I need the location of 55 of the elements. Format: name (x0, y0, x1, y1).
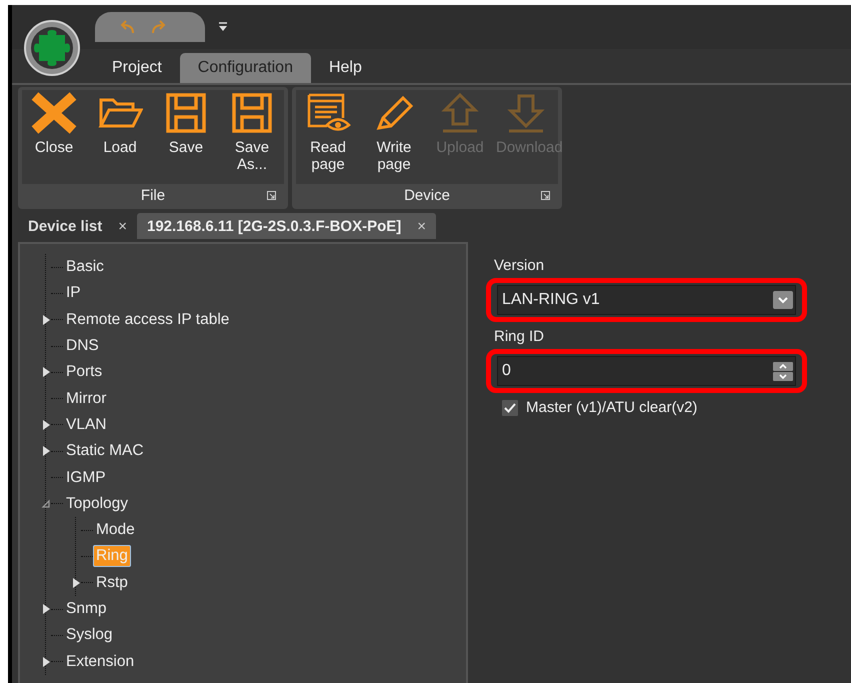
dropdown-arrow-icon[interactable] (219, 22, 227, 32)
collapse-arrow-icon[interactable] (41, 498, 51, 510)
checkbox-label[interactable]: Master (v1)/ATU clear(v2) (526, 399, 698, 416)
tree-item[interactable]: Snmp (63, 598, 110, 620)
version-dropdown[interactable]: LAN-RING v1 (497, 285, 796, 315)
checked-checkbox[interactable] (502, 400, 518, 416)
decrement-icon[interactable] (773, 372, 793, 380)
tree-item[interactable]: Topology (63, 492, 132, 515)
tree-item[interactable]: Ports (63, 361, 106, 384)
tree-item[interactable]: Mode (93, 519, 138, 542)
field-label: Ring ID (494, 328, 546, 345)
dialog-launcher-icon[interactable] (541, 190, 550, 200)
tree-item[interactable]: Syslog (63, 624, 116, 646)
expand-arrow-icon[interactable] (41, 314, 51, 326)
tree-item[interactable]: Rstp (93, 572, 131, 594)
field-label: Version (494, 257, 546, 274)
expand-arrow-icon[interactable] (71, 576, 81, 589)
ribbon-button[interactable]: Close (22, 90, 86, 184)
tree-item[interactable]: IGMP (63, 466, 109, 489)
ribbon-button[interactable]: Write page (362, 90, 426, 184)
ribbon-button[interactable]: Save As... (220, 90, 284, 184)
page-with-eye-icon (305, 92, 351, 134)
group-label: File (140, 186, 166, 204)
close-icon (31, 92, 77, 134)
expand-arrow-icon[interactable] (41, 366, 51, 378)
tree-item[interactable]: IP (63, 282, 84, 304)
tree-item[interactable]: Static MAC (63, 440, 147, 462)
tab-label[interactable]: 192.168.6.11 [2G-2S.0.3.F-BOX-PoE] (146, 218, 402, 234)
expand-arrow-icon[interactable] (41, 445, 51, 458)
close-tab-button[interactable]: × (417, 218, 426, 234)
menu-tab[interactable]: Help (310, 53, 380, 83)
tree-item[interactable]: Remote access IP table (63, 308, 232, 331)
tab-label[interactable]: Device list (28, 218, 102, 234)
tree-item[interactable]: Extension (63, 650, 138, 673)
puzzle-logo-icon[interactable] (24, 20, 80, 76)
group-label: Device (404, 186, 450, 204)
ribbon-button[interactable]: Save (154, 90, 218, 184)
expand-arrow-icon[interactable] (41, 656, 51, 668)
expand-arrow-icon[interactable] (41, 418, 51, 431)
close-tab-button[interactable]: × (118, 218, 127, 234)
tree-item[interactable]: DNS (63, 335, 102, 358)
number-spinner[interactable]: 0 (497, 356, 796, 386)
menu-tab[interactable]: Project (94, 53, 180, 83)
document-tab[interactable]: Device list × (18, 213, 137, 239)
chevron-down-icon[interactable] (773, 291, 793, 309)
ribbon-button[interactable]: Read page (296, 90, 360, 184)
document-tab[interactable]: 192.168.6.11 [2G-2S.0.3.F-BOX-PoE] × (136, 213, 436, 239)
tree-item[interactable]: Mirror (63, 388, 110, 410)
dialog-launcher-icon[interactable] (267, 190, 276, 200)
expand-arrow-icon[interactable] (41, 603, 51, 615)
tree-item[interactable]: VLAN (63, 414, 110, 436)
increment-icon[interactable] (773, 362, 793, 370)
tree-item[interactable]: Basic (63, 256, 107, 278)
ribbon-button[interactable]: Load (88, 90, 152, 184)
menu-tab[interactable]: Configuration (180, 53, 311, 83)
